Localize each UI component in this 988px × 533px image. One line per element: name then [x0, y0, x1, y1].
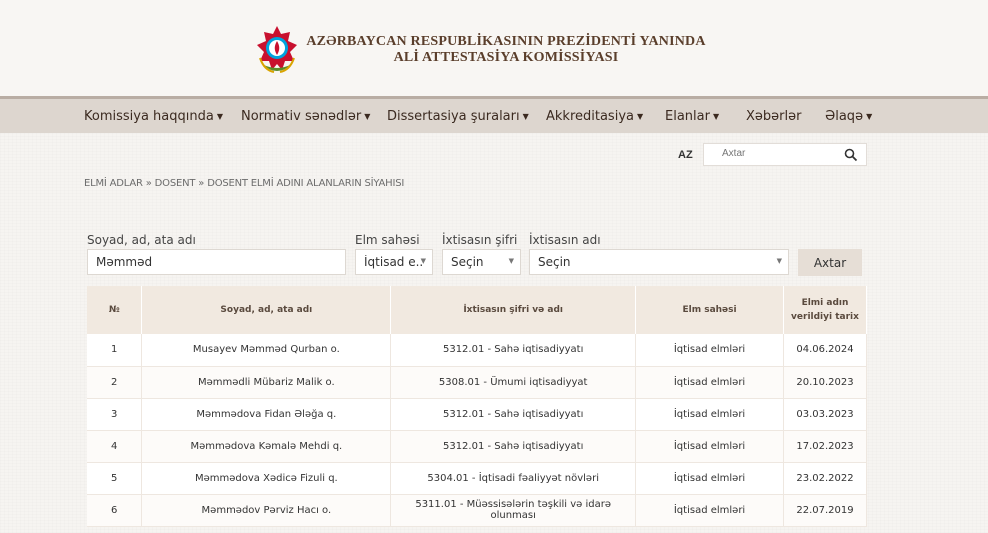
col-field: Elm sahəsi [635, 286, 784, 334]
cell-number: 3 [87, 398, 143, 431]
site-search [703, 143, 867, 166]
cell-field: İqtisad elmləri [635, 462, 784, 495]
code-select[interactable]: Seçin ▼ [442, 249, 521, 275]
cell-number: 2 [87, 366, 143, 399]
col-name: Soyad, ad, ata adı [141, 286, 392, 334]
caret-down-icon: ▼ [522, 112, 529, 121]
table-row[interactable]: 3 Məmmədova Fidan Ələğa q. 5312.01 - Sahə … [87, 398, 868, 431]
table-row[interactable]: 5 Məmmədova Xədicə Fizuli q. 5304.01 - İqt… [87, 462, 868, 495]
caret-down-icon: ▼ [636, 112, 644, 121]
table-header-row: № Soyad, ad, ata adı İxtisasın şifri və … [87, 286, 868, 334]
cell-number: 5 [87, 462, 143, 495]
cell-date: 03.03.2023 [783, 398, 868, 431]
spec-select[interactable]: Seçin ▼ [529, 249, 789, 275]
main-nav: Komissiya haqqında ▼ Normativ sənədlər ▼ D… [0, 96, 988, 133]
cell-name: Məmmədova Kəmalə Mehdi q. [141, 430, 392, 463]
cell-specialty: 5312.01 - Sahə iqtisadiyyatı [390, 398, 637, 431]
breadcrumb: ELMİ ADLAR » DOSENT » DOSENT ELMİ ADINI … [84, 178, 404, 189]
cell-date: 23.02.2022 [783, 462, 868, 495]
cell-field: İqtisad elmləri [635, 334, 784, 367]
search-icon[interactable] [844, 148, 858, 162]
caret-down-icon: ▼ [364, 112, 371, 121]
chevron-down-icon: ▼ [420, 257, 426, 265]
cell-number: 4 [87, 430, 143, 463]
table-row[interactable]: 2 Məmmədli Mübariz Malik o. 5308.01 - Ümum… [87, 366, 868, 399]
col-specialty: İxtisasın şifri və adı [390, 286, 637, 334]
cell-specialty: 5308.01 - Ümumi iqtisadiyyat [390, 366, 637, 399]
code-label: İxtisasın şifri [442, 233, 518, 247]
nav-item-xeberler[interactable]: Xəbərlər [746, 109, 801, 124]
cell-specialty: 5312.01 - Sahə iqtisadiyyatı [390, 334, 637, 367]
table-row[interactable]: 6 Məmmədov Pərviz Hacı o. 5311.01 - Müəssi… [87, 494, 868, 527]
col-number: № [87, 286, 143, 334]
caret-down-icon: ▼ [712, 112, 720, 121]
azerbaijan-emblem-icon[interactable] [254, 24, 300, 76]
caret-down-icon: ▼ [216, 112, 223, 121]
org-title-line2: ALİ ATTESTASİYA KOMİSSİYASI [393, 50, 619, 65]
col-date: Elmi adın verildiyi tarix [783, 286, 868, 334]
field-label: Elm sahəsi [355, 233, 420, 247]
nav-item-normativ[interactable]: Normativ sənədlər ▼ [241, 109, 370, 124]
results-table: № Soyad, ad, ata adı İxtisasın şifri və … [87, 286, 868, 527]
nav-item-dissertasiya[interactable]: Dissertasiya şuraları ▼ [387, 109, 529, 124]
cell-name: Məmmədova Fidan Ələğa q. [141, 398, 392, 431]
nav-item-komissiya[interactable]: Komissiya haqqında ▼ [84, 109, 223, 124]
cell-field: İqtisad elmləri [635, 430, 784, 463]
table-row[interactable]: 4 Məmmədova Kəmalə Mehdi q. 5312.01 - Sahə… [87, 430, 868, 463]
cell-name: Məmmədova Xədicə Fizuli q. [141, 462, 392, 495]
breadcrumb-current: DOSENT ELMİ ADINI ALANLARIN SİYAHISI [207, 178, 405, 189]
cell-specialty: 5312.01 - Sahə iqtisadiyyatı [390, 430, 637, 463]
cell-date: 17.02.2023 [783, 430, 868, 463]
cell-specialty: 5304.01 - İqtisadi fəaliyyət növləri [390, 462, 637, 495]
spec-select-value: Seçin [538, 255, 571, 269]
search-input[interactable] [722, 148, 842, 159]
site-header: AZƏRBAYCAN RESPUBLİKASININ PREZİDENTİ YA… [0, 0, 988, 96]
org-title: AZƏRBAYCAN RESPUBLİKASININ PREZİDENTİ YA… [306, 34, 706, 66]
cell-date: 22.07.2019 [783, 494, 868, 527]
code-select-value: Seçin [451, 255, 484, 269]
table-row[interactable]: 1 Musayev Məmməd Qurban o. 5312.01 - Sahə … [87, 334, 868, 367]
cell-specialty: 5311.01 - Müəssisələrin təşkili və idarə… [390, 494, 637, 527]
cell-name: Musayev Məmməd Qurban o. [141, 334, 392, 367]
nav-item-elaqe[interactable]: Əlaqə ▼ [825, 109, 872, 124]
cell-field: İqtisad elmləri [635, 366, 784, 399]
cell-field: İqtisad elmləri [635, 398, 784, 431]
cell-number: 1 [87, 334, 143, 367]
name-search-input[interactable] [87, 249, 346, 275]
breadcrumb-elmi-adlar[interactable]: ELMİ ADLAR [84, 178, 143, 189]
language-switch[interactable]: AZ [678, 149, 693, 161]
cell-number: 6 [87, 494, 143, 527]
caret-down-icon: ▼ [866, 112, 873, 121]
cell-date: 20.10.2023 [783, 366, 868, 399]
breadcrumb-dosent[interactable]: DOSENT [155, 178, 196, 189]
field-select-value: İqtisad e... [364, 255, 422, 269]
spec-label: İxtisasın adı [529, 233, 601, 247]
name-label: Soyad, ad, ata adı [87, 233, 196, 247]
nav-item-elanlar[interactable]: Elanlar ▼ [665, 109, 719, 124]
breadcrumb-separator: » [198, 178, 205, 189]
chevron-down-icon: ▼ [776, 257, 782, 265]
chevron-down-icon: ▼ [508, 257, 514, 265]
cell-name: Məmmədli Mübariz Malik o. [141, 366, 392, 399]
breadcrumb-separator: » [145, 178, 152, 189]
field-select[interactable]: İqtisad e... ▼ [355, 249, 433, 275]
org-title-line1: AZƏRBAYCAN RESPUBLİKASININ PREZİDENTİ YA… [306, 34, 706, 49]
cell-date: 04.06.2024 [783, 334, 868, 367]
cell-name: Məmmədov Pərviz Hacı o. [141, 494, 392, 527]
cell-field: İqtisad elmləri [635, 494, 784, 527]
search-button[interactable]: Axtar [798, 249, 862, 276]
nav-item-akkreditasiya[interactable]: Akkreditasiya ▼ [546, 109, 643, 124]
